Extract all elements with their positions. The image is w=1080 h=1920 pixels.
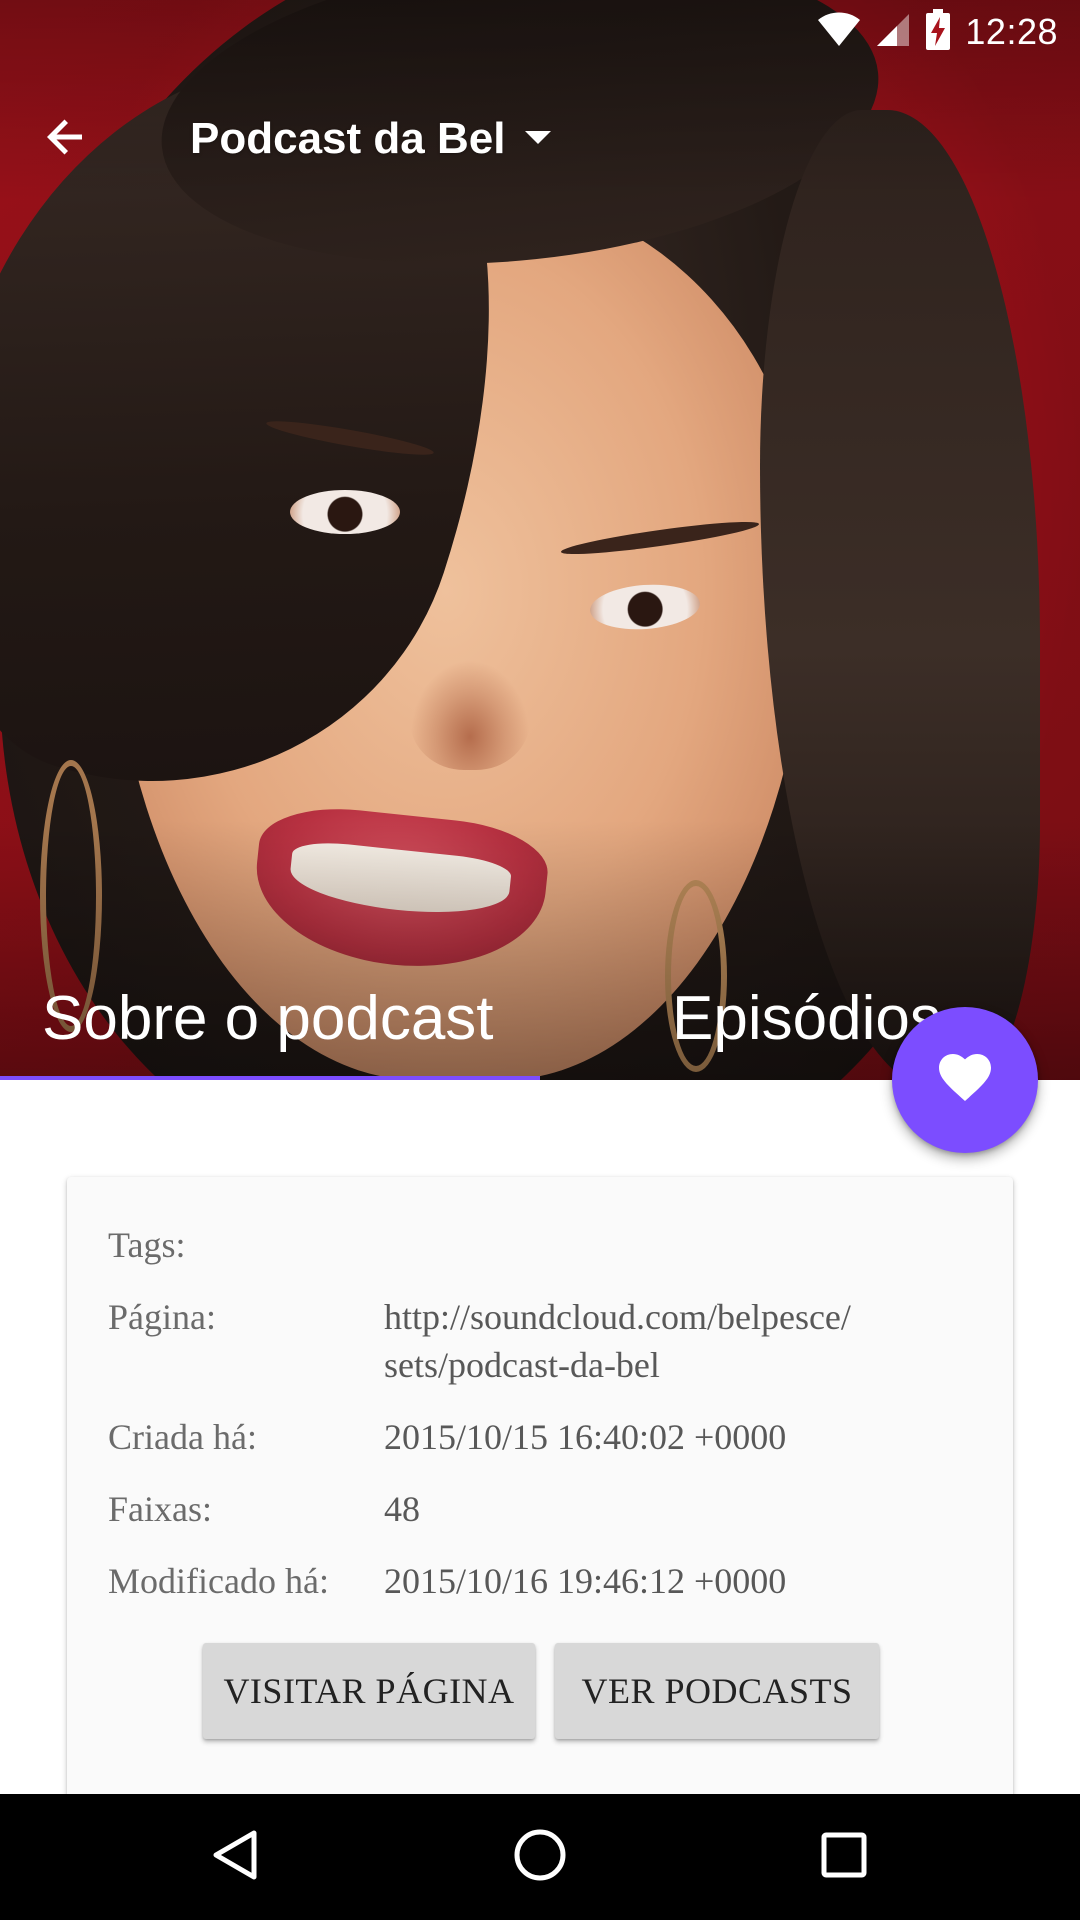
cover-eye-left	[290, 490, 400, 534]
modified-value: 2015/10/16 19:46:12 +0000	[384, 1561, 787, 1601]
view-podcasts-button[interactable]: VER PODCASTS	[555, 1643, 879, 1739]
status-time: 12:28	[965, 11, 1058, 52]
detail-row-tags: Tags:	[108, 1221, 974, 1269]
detail-row-modified: Modificado há: 2015/10/16 19:46:12 +0000	[108, 1557, 974, 1605]
tab-about-podcast[interactable]: Sobre o podcast	[0, 960, 540, 1076]
detail-row-created: Criada há: 2015/10/15 16:40:02 +0000	[108, 1413, 974, 1461]
nav-recents-icon	[821, 1832, 867, 1883]
arrow-back-icon	[42, 113, 90, 166]
favorite-button[interactable]	[892, 1007, 1038, 1153]
nav-home-button[interactable]	[485, 1814, 595, 1900]
tracks-value: 48	[384, 1489, 420, 1529]
modified-label: Modificado há:	[108, 1561, 329, 1601]
tags-value	[384, 1221, 974, 1269]
dropdown-arrow-icon	[523, 128, 553, 151]
wifi-icon	[817, 12, 861, 53]
cover-nose	[410, 660, 530, 770]
toolbar-title: Podcast da Bel	[190, 114, 506, 163]
cell-signal-icon	[875, 12, 911, 53]
visit-page-button[interactable]: VISITAR PÁGINA	[203, 1643, 535, 1739]
tab-selected-indicator	[0, 1076, 540, 1080]
nav-recents-button[interactable]	[789, 1814, 899, 1900]
tags-label: Tags:	[108, 1225, 186, 1265]
page-label: Página:	[108, 1297, 216, 1337]
podcast-details-card: Tags: Página: http://soundcloud.com/belp…	[67, 1177, 1013, 1817]
battery-charging-icon	[925, 8, 951, 56]
status-icons: 12:28	[817, 8, 1058, 56]
nav-back-button[interactable]	[180, 1814, 290, 1900]
app-toolbar: Podcast da Bel	[0, 63, 1080, 210]
podcast-selector-dropdown[interactable]: Podcast da Bel	[190, 109, 553, 169]
tracks-label: Faixas:	[108, 1489, 212, 1529]
heart-icon	[938, 1053, 992, 1108]
detail-row-page: Página: http://soundcloud.com/belpesce/s…	[108, 1293, 974, 1389]
created-value: 2015/10/15 16:40:02 +0000	[384, 1417, 787, 1457]
detail-row-tracks: Faixas: 48	[108, 1485, 974, 1533]
system-navigation-bar	[0, 1794, 1080, 1920]
nav-home-icon	[513, 1828, 567, 1887]
back-button[interactable]	[30, 103, 102, 175]
status-bar: 12:28	[0, 0, 1080, 63]
page-url-value: http://soundcloud.com/belpesce/sets/podc…	[384, 1297, 851, 1385]
created-label: Criada há:	[108, 1417, 257, 1457]
nav-back-icon	[212, 1829, 258, 1886]
